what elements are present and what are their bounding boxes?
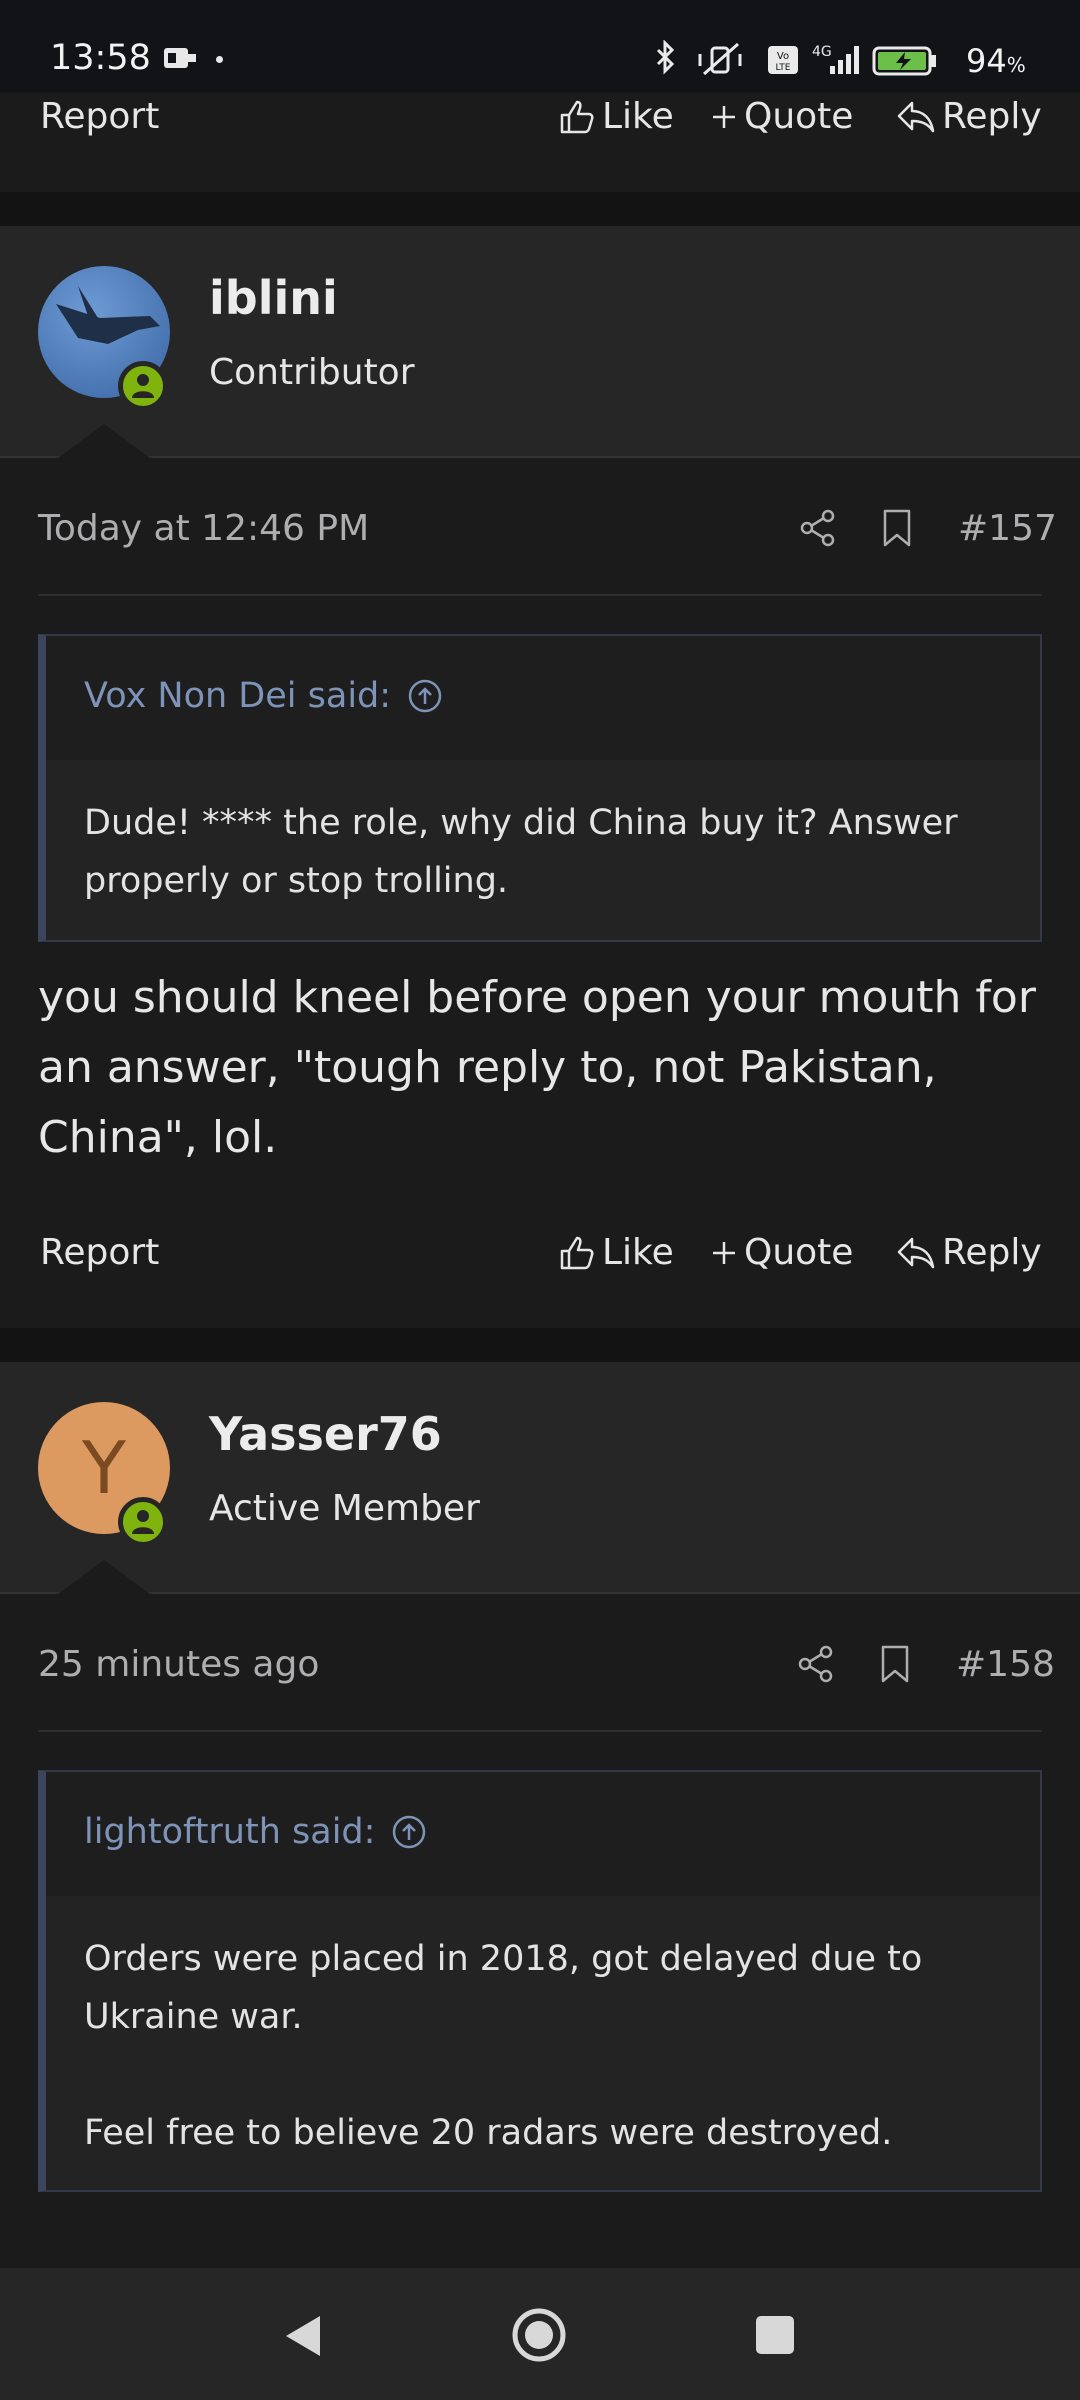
quote-header: Vox Non Dei said:: [46, 636, 1040, 760]
action-row: Report Like Quote Reply: [0, 1218, 1080, 1288]
username[interactable]: iblini: [209, 271, 338, 325]
signal-icon: 4G: [812, 44, 859, 74]
arrow-up-circle-icon[interactable]: [407, 678, 443, 714]
quote-text: Orders were placed in 2018, got delayed …: [84, 1939, 923, 2037]
user-title: Contributor: [209, 352, 415, 393]
quote-author-link[interactable]: lightoftruth said:: [84, 1812, 427, 1852]
quote-button[interactable]: Quote: [710, 1232, 853, 1273]
reply-button[interactable]: Reply: [896, 1232, 1042, 1273]
quote-text: [84, 2046, 1002, 2104]
quote-block: Vox Non Dei said: Dude! **** the role, w…: [38, 634, 1042, 942]
arrow-up-circle-icon[interactable]: [391, 1814, 427, 1850]
quote-header: lightoftruth said:: [46, 1772, 1040, 1896]
online-status-icon: [118, 1497, 168, 1547]
quote-body: Dude! **** the role, why did China buy i…: [46, 760, 1040, 946]
post-number[interactable]: #157: [958, 508, 1057, 549]
reply-icon: [897, 101, 935, 132]
action-row-previous: Report Like Quote Reply: [0, 82, 1080, 152]
quote-text: Feel free to believe 20 radars were dest…: [84, 2113, 893, 2153]
meta-divider: [38, 1730, 1042, 1732]
post-body: you should kneel before open your mouth …: [38, 972, 1036, 1163]
post-meta: Today at 12:46 PM #157: [0, 478, 1080, 578]
bookmark-icon[interactable]: [880, 508, 914, 548]
status-icons: Vo LTE 4G: [656, 40, 936, 76]
report-link[interactable]: Report: [40, 96, 159, 137]
svg-text:Vo: Vo: [777, 51, 789, 62]
quote-body: Orders were placed in 2018, got delayed …: [46, 1896, 1040, 2198]
quote-author-link[interactable]: Vox Non Dei said:: [84, 676, 443, 716]
post-separator: [0, 1328, 1080, 1362]
thumbs-up-icon: [560, 100, 594, 133]
battery-icon: [872, 46, 936, 76]
post-separator: [0, 192, 1080, 226]
plus-icon: [713, 105, 735, 128]
home-icon[interactable]: [510, 2306, 568, 2364]
username[interactable]: Yasser76: [209, 1407, 442, 1461]
post-number[interactable]: #158: [956, 1644, 1055, 1685]
share-icon[interactable]: [796, 1644, 836, 1684]
post-date[interactable]: Today at 12:46 PM: [38, 508, 369, 549]
quote-text: Dude! **** the role, why did China buy i…: [84, 803, 958, 901]
battery-percent: 94%: [966, 42, 1026, 80]
post-date[interactable]: 25 minutes ago: [38, 1644, 319, 1685]
thumbs-up-icon: [560, 1236, 594, 1269]
bluetooth-icon: [656, 40, 675, 75]
reply-button[interactable]: Reply: [896, 96, 1042, 137]
status-time: 13:58: [50, 38, 151, 78]
back-icon[interactable]: [280, 2312, 324, 2360]
like-button[interactable]: Like: [556, 1232, 674, 1273]
bookmark-icon[interactable]: [878, 1644, 912, 1684]
user-title: Active Member: [209, 1488, 480, 1529]
mute-icon: [698, 42, 742, 76]
like-button[interactable]: Like: [556, 96, 674, 137]
meta-divider: [38, 594, 1042, 596]
header-notch: [58, 424, 150, 458]
avatar-letter: Y: [82, 1426, 126, 1510]
system-nav-bar: [0, 2268, 1080, 2400]
post-header: iblini Contributor: [0, 226, 1080, 458]
svg-text:LTE: LTE: [776, 63, 791, 73]
report-link[interactable]: Report: [40, 1232, 159, 1273]
status-bar: 13:58 Vo LTE 4G 94%: [0, 0, 1080, 93]
volte-icon: Vo LTE: [768, 46, 798, 74]
online-status-icon: [118, 361, 168, 411]
quote-button[interactable]: Quote: [710, 96, 853, 137]
svg-text:4G: 4G: [812, 44, 832, 60]
reply-icon: [897, 1237, 935, 1268]
quote-block: lightoftruth said: Orders were placed in…: [38, 1770, 1042, 2192]
notification-dot: [216, 56, 223, 63]
post-header: Y Yasser76 Active Member: [0, 1362, 1080, 1594]
header-notch: [58, 1560, 150, 1594]
recents-icon[interactable]: [754, 2314, 796, 2356]
notification-icon: [164, 48, 196, 68]
plus-icon: [713, 1241, 735, 1264]
share-icon[interactable]: [798, 508, 838, 548]
post-meta: 25 minutes ago #158: [0, 1614, 1080, 1714]
